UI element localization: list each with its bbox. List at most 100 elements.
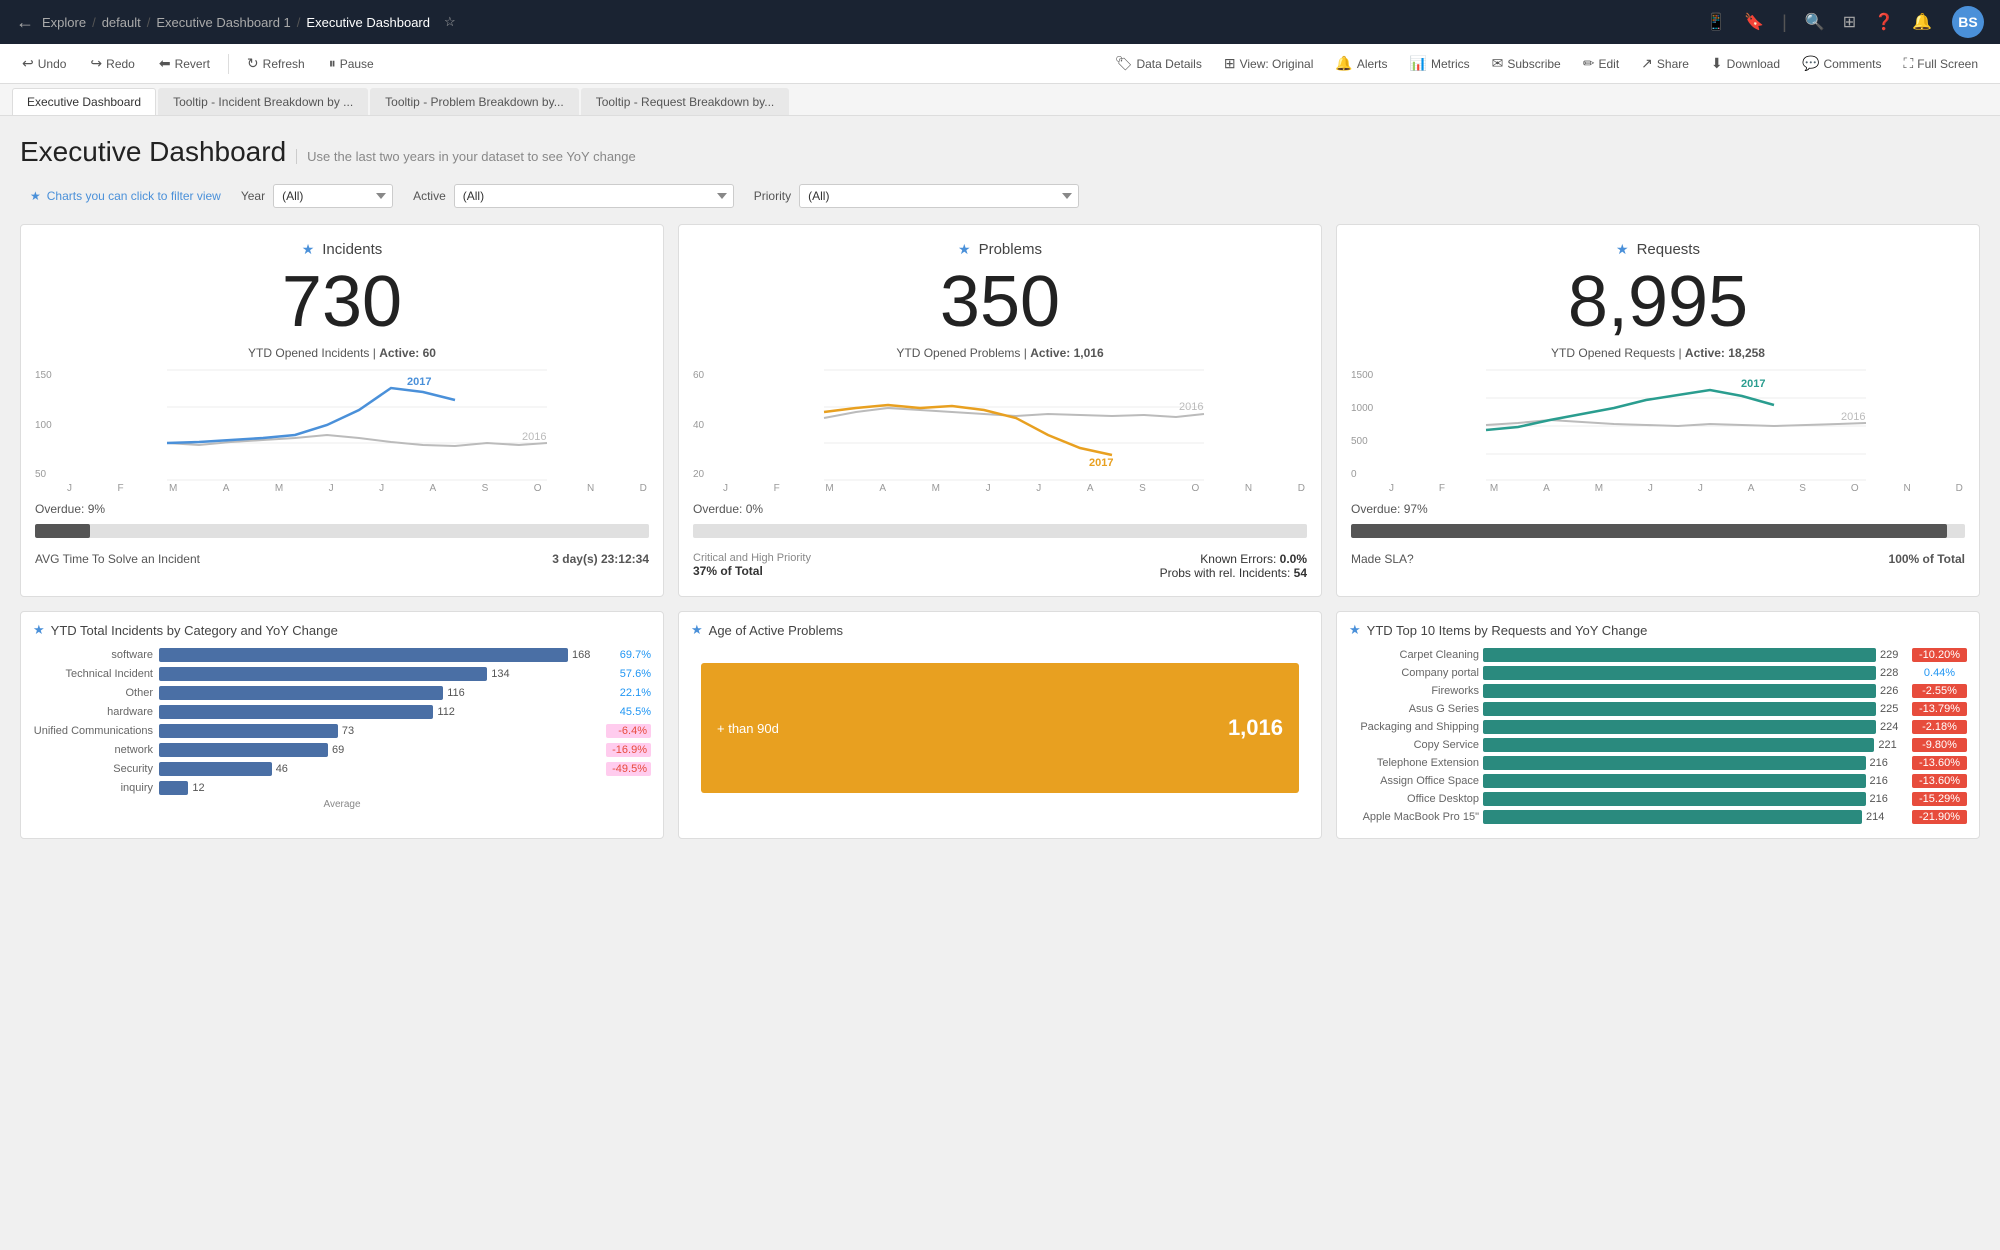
edit-icon: ✏: [1583, 55, 1595, 72]
age-problems-star-icon: ★: [691, 622, 703, 638]
toolbar: ↩ Undo ↪ Redo ⬅ Revert ↻ Refresh ⏸ Pause…: [0, 44, 2000, 84]
age-bar-label: + than 90d: [717, 721, 779, 736]
incidents-subtitle: YTD Opened Incidents | Active: 60: [35, 346, 649, 360]
bar-track: 69: [159, 743, 600, 757]
breadcrumb-sep1: /: [92, 15, 96, 30]
requests-card[interactable]: ★ Requests 8,995 YTD Opened Requests | A…: [1336, 224, 1980, 597]
priority-select[interactable]: (All): [799, 184, 1079, 208]
top10-item-value: 221: [1878, 739, 1906, 751]
view-original-button[interactable]: ⊞ View: Original: [1214, 51, 1324, 76]
back-button[interactable]: ←: [16, 12, 34, 33]
bookmark-icon[interactable]: 🔖: [1744, 12, 1764, 32]
top10-row: Asus G Series 225 -13.79%: [1349, 702, 1967, 716]
tab-executive-dashboard[interactable]: Executive Dashboard: [12, 88, 156, 115]
download-button[interactable]: ⬇ Download: [1701, 51, 1790, 76]
top10-bar-track: 216: [1483, 756, 1908, 770]
edit-button[interactable]: ✏ Edit: [1573, 51, 1629, 76]
breadcrumb-dashboard1[interactable]: Executive Dashboard 1: [156, 15, 290, 30]
main-content: Executive Dashboard Use the last two yea…: [0, 116, 2000, 859]
incidents-y-labels: 150 100 50: [35, 370, 63, 480]
active-select[interactable]: (All): [454, 184, 734, 208]
age-problems-card[interactable]: ★ Age of Active Problems + than 90d 1,01…: [678, 611, 1322, 839]
filter-priority-group: Priority (All): [754, 184, 1079, 208]
undo-button[interactable]: ↩ Undo: [12, 51, 76, 76]
share-button[interactable]: ↗ Share: [1631, 51, 1699, 76]
top10-bar-fill: [1483, 666, 1876, 680]
revert-button[interactable]: ⬅ Revert: [149, 51, 220, 76]
incidents-chart-area: 150 100 50 2017 2016 JFMAM: [35, 370, 649, 494]
svg-text:2016: 2016: [1179, 401, 1203, 413]
bar-label: Other: [33, 687, 153, 699]
metrics-icon: 📊: [1410, 55, 1427, 72]
breadcrumb-explore[interactable]: Explore: [42, 15, 86, 30]
bar-change: -16.9%: [606, 743, 651, 757]
alerts-button[interactable]: 🔔 Alerts: [1325, 51, 1397, 76]
svg-text:2016: 2016: [1841, 411, 1865, 423]
problems-card[interactable]: ★ Problems 350 YTD Opened Problems | Act…: [678, 224, 1322, 597]
data-details-button[interactable]: 🏷 Data Details: [1105, 51, 1212, 76]
incidents-by-category-card[interactable]: ★ YTD Total Incidents by Category and Yo…: [20, 611, 664, 839]
bell-icon[interactable]: 🔔: [1912, 12, 1932, 32]
redo-button[interactable]: ↪ Redo: [80, 51, 144, 76]
top10-item-label: Office Desktop: [1349, 793, 1479, 805]
top10-row: Assign Office Space 216 -13.60%: [1349, 774, 1967, 788]
top10-item-change: -2.18%: [1912, 720, 1967, 734]
top10-item-change: -13.79%: [1912, 702, 1967, 716]
search-icon[interactable]: 🔍: [1805, 12, 1825, 32]
incidents-bar-row: Technical Incident 134 57.6%: [33, 667, 651, 681]
tab-incident-breakdown[interactable]: Tooltip - Incident Breakdown by ...: [158, 88, 368, 115]
top10-bar-fill: [1483, 702, 1876, 716]
bar-value: 69: [332, 744, 360, 756]
bar-value: 168: [572, 649, 600, 661]
bar-value: 116: [447, 687, 475, 699]
problems-progress: [693, 524, 1307, 538]
bar-fill: [159, 705, 433, 719]
metrics-button[interactable]: 📊 Metrics: [1400, 51, 1480, 76]
top10-bar-track: 214: [1483, 810, 1908, 824]
breadcrumb-sep2: /: [147, 15, 151, 30]
problems-number: 350: [693, 266, 1307, 338]
avatar[interactable]: BS: [1952, 6, 1984, 38]
incidents-bar-row: network 69 -16.9%: [33, 743, 651, 757]
age-bar-value: 1,016: [1228, 715, 1283, 741]
top10-item-label: Packaging and Shipping: [1349, 721, 1479, 733]
year-select[interactable]: (All): [273, 184, 393, 208]
top10-item-value: 224: [1880, 721, 1908, 733]
incidents-bar-row: inquiry 12: [33, 781, 651, 795]
top10-row: Fireworks 226 -2.55%: [1349, 684, 1967, 698]
top10-item-label: Asus G Series: [1349, 703, 1479, 715]
requests-overdue: Overdue: 97%: [1351, 502, 1965, 516]
dashboard-title-row: Executive Dashboard Use the last two yea…: [20, 136, 1980, 168]
bar-label: Unified Communications: [33, 725, 153, 737]
mobile-icon[interactable]: 📱: [1706, 12, 1726, 32]
download-icon: ⬇: [1711, 55, 1723, 72]
problems-chart-area: 60 40 20 2017 2016 JFMAMJ: [693, 370, 1307, 494]
requests-subtitle: YTD Opened Requests | Active: 18,258: [1351, 346, 1965, 360]
fullscreen-button[interactable]: ⛶ Full Screen: [1893, 51, 1988, 76]
pause-button[interactable]: ⏸ Pause: [319, 51, 384, 76]
refresh-button[interactable]: ↻ Refresh: [237, 51, 315, 76]
dashboard-subtitle: Use the last two years in your dataset t…: [296, 149, 636, 164]
top10-bar-fill: [1483, 774, 1866, 788]
top10-item-value: 214: [1866, 811, 1894, 823]
incidents-card[interactable]: ★ Incidents 730 YTD Opened Incidents | A…: [20, 224, 664, 597]
tab-request-breakdown[interactable]: Tooltip - Request Breakdown by...: [581, 88, 790, 115]
bar-value: 73: [342, 725, 370, 737]
incidents-bar-row: software 168 69.7%: [33, 648, 651, 662]
filter-year-group: Year (All): [241, 184, 393, 208]
top10-card[interactable]: ★ YTD Top 10 Items by Requests and YoY C…: [1336, 611, 1980, 839]
help-icon[interactable]: ❓: [1874, 12, 1894, 32]
subscribe-button[interactable]: ✉ Subscribe: [1482, 51, 1571, 76]
comments-button[interactable]: 💬 Comments: [1792, 51, 1891, 76]
tab-problem-breakdown[interactable]: Tooltip - Problem Breakdown by...: [370, 88, 579, 115]
incidents-bar-row: Other 116 22.1%: [33, 686, 651, 700]
bar-label: Security: [33, 763, 153, 775]
top10-item-change: -21.90%: [1912, 810, 1967, 824]
star-icon[interactable]: ☆: [444, 14, 456, 30]
breadcrumb-default[interactable]: default: [102, 15, 141, 30]
filter-star-icon: ★: [30, 189, 41, 203]
top10-item-value: 216: [1870, 793, 1898, 805]
top10-row: Telephone Extension 216 -13.60%: [1349, 756, 1967, 770]
top10-item-change: -2.55%: [1912, 684, 1967, 698]
grid-icon[interactable]: ⊞: [1843, 12, 1856, 32]
